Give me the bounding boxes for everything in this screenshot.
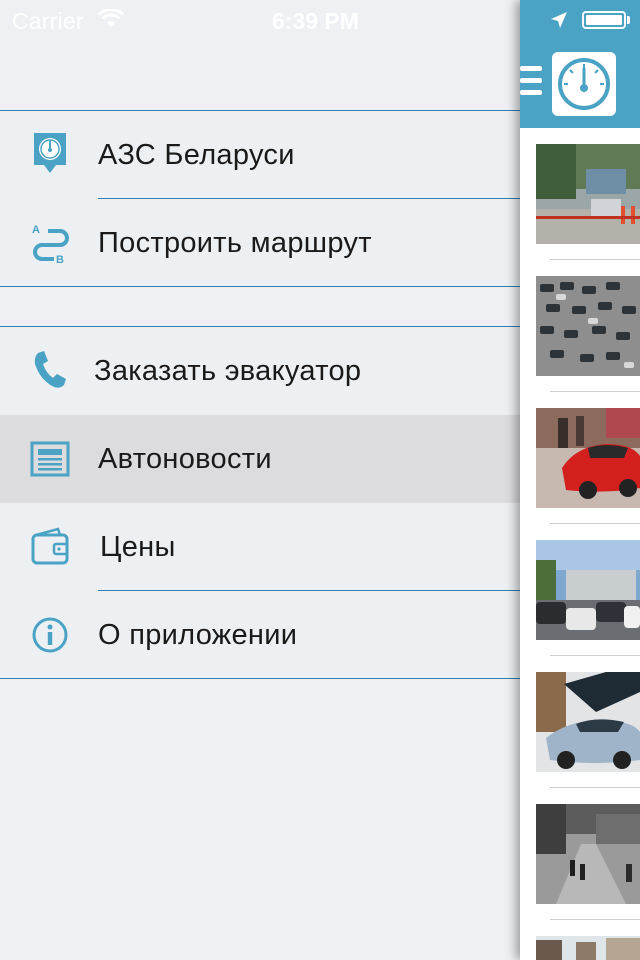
status-time: 6:39 PM: [272, 8, 359, 34]
menu-item-about[interactable]: О приложении: [0, 591, 520, 679]
menu-section-services: Заказать эвакуатор Автоновости Цены О пр…: [0, 326, 520, 679]
menu-item-label: О приложении: [98, 619, 298, 651]
list-separator: [550, 919, 640, 920]
menu-section-main: АЗС Беларуси A B Построить маршрут: [0, 110, 520, 287]
parking-lot-cars-photo: [536, 276, 640, 376]
highway-trucks-photo: [536, 144, 640, 244]
status-bar: Carrier 6:39 PM: [0, 0, 520, 40]
menu-toggle-icon[interactable]: [520, 66, 544, 98]
list-separator: [550, 259, 640, 260]
speedometer-logo-button[interactable]: [552, 52, 616, 116]
wifi-icon: [98, 9, 124, 27]
news-thumbnail[interactable]: [536, 144, 640, 244]
menu-item-label: Заказать эвакуатор: [94, 355, 362, 387]
location-arrow-icon: [551, 12, 567, 28]
carrier-label: Carrier: [12, 8, 84, 34]
silver-concept-car-photo: [536, 672, 640, 772]
list-separator: [550, 787, 640, 788]
fuel-gauge-pin-icon: [34, 133, 66, 173]
menu-item-label: Цены: [100, 531, 176, 563]
battery-tip: [627, 16, 630, 24]
menu-item-tow-truck[interactable]: Заказать эвакуатор: [0, 327, 520, 415]
red-car-showroom-photo: [536, 408, 640, 508]
street-traffic-photo: [536, 540, 640, 640]
route-a-b-icon: A B: [32, 224, 69, 266]
menu-item-label: Построить маршрут: [98, 227, 372, 259]
menu-item-prices[interactable]: Цены: [0, 503, 520, 591]
menu-item-label: АЗС Беларуси: [98, 139, 295, 171]
speedometer-icon: [558, 58, 610, 110]
list-separator: [550, 655, 640, 656]
news-thumbnail[interactable]: [536, 672, 640, 772]
battery-icon: [582, 11, 626, 29]
city-buildings-photo: [536, 936, 640, 960]
news-thumbnail[interactable]: [536, 276, 640, 376]
menu-item-fuel-stations[interactable]: АЗС Беларуси: [0, 111, 520, 199]
menu-item-label: Автоновости: [98, 443, 272, 475]
list-separator: [550, 523, 640, 524]
menu-item-build-route[interactable]: A B Построить маршрут: [0, 199, 520, 287]
menu-item-auto-news[interactable]: Автоновости: [0, 415, 520, 503]
wallet-icon: [31, 527, 69, 565]
nav-bar: [520, 0, 640, 128]
news-thumbnail[interactable]: [536, 408, 640, 508]
news-panel[interactable]: [520, 0, 640, 960]
news-thumbnail[interactable]: [536, 540, 640, 640]
news-thumbnail[interactable]: [536, 936, 640, 960]
svg-text:B: B: [56, 254, 64, 266]
phone-icon: [34, 351, 66, 388]
road-pedestrians-bw-photo: [536, 804, 640, 904]
newspaper-icon: [30, 441, 70, 477]
svg-text:A: A: [32, 224, 40, 236]
list-separator: [550, 391, 640, 392]
news-thumbnail[interactable]: [536, 804, 640, 904]
info-icon: [32, 617, 68, 653]
